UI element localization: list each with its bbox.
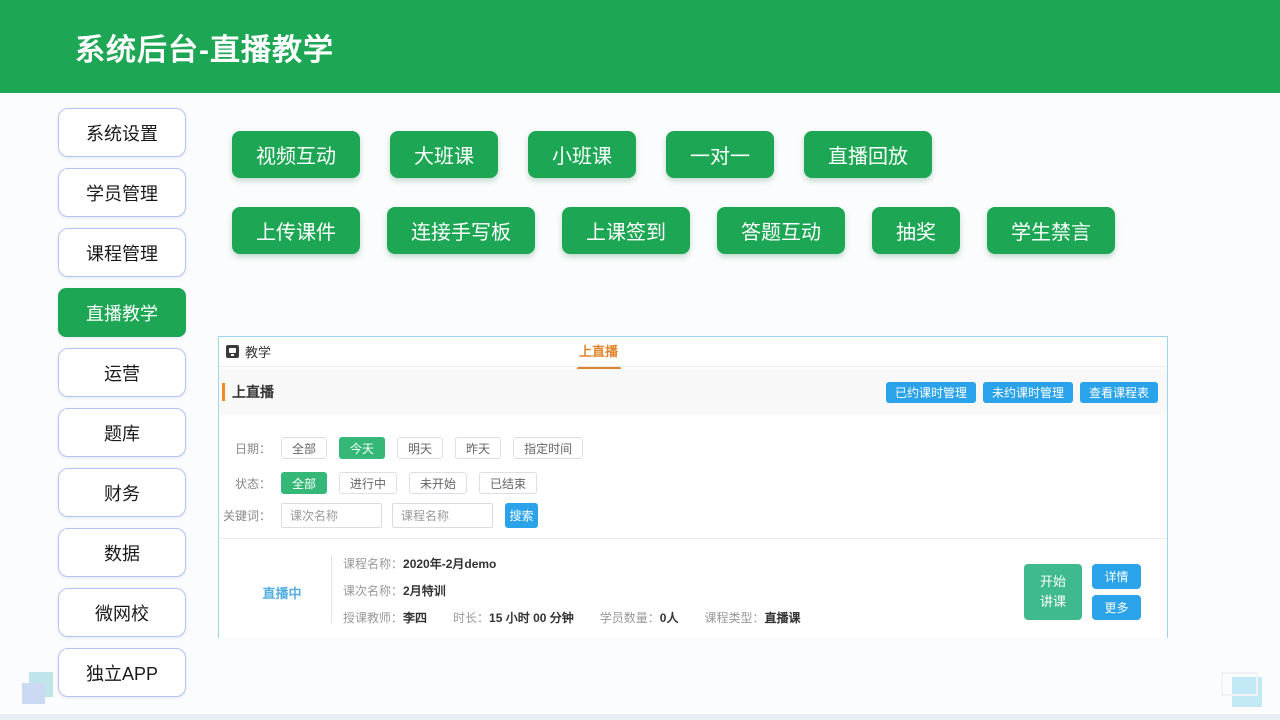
sidebar: 系统设置 学员管理 课程管理 直播教学 运营 题库 财务 数据 微网校 独立AP…	[58, 108, 186, 708]
course-actions: 开始讲课 详情 更多	[1024, 564, 1141, 620]
feature-video-interaction-button[interactable]: 视频互动	[232, 131, 360, 178]
feature-large-class-button[interactable]: 大班课	[390, 131, 498, 178]
decor-square-outline-right	[1221, 672, 1258, 696]
date-option-custom-time[interactable]: 指定时间	[513, 437, 583, 459]
status-filter-row: 状态： 全部 进行中 未开始 已结束	[219, 472, 549, 494]
session-name-value: 2月特训	[403, 582, 446, 599]
sidebar-item-micro-school[interactable]: 微网校	[58, 588, 186, 637]
sidebar-item-question-bank[interactable]: 题库	[58, 408, 186, 457]
status-option-in-progress[interactable]: 进行中	[339, 472, 397, 494]
view-timetable-button[interactable]: 查看课程表	[1080, 382, 1158, 403]
feature-buttons: 视频互动 大班课 小班课 一对一 直播回放 上传课件 连接手写板 上课签到 答题…	[232, 131, 1142, 283]
date-option-all[interactable]: 全部	[281, 437, 327, 459]
date-option-tomorrow[interactable]: 明天	[397, 437, 443, 459]
course-meta-line: 授课教师： 李四 时长： 15 小时 00 分钟 学员数量： 0人 课程类型： …	[343, 607, 826, 627]
date-filter-label: 日期：	[219, 440, 271, 457]
course-name-input[interactable]	[392, 503, 493, 528]
status-filter-label: 状态：	[219, 475, 271, 492]
section-title: 上直播	[222, 383, 274, 401]
course-name-label: 课程名称：	[343, 555, 403, 572]
feature-connect-tablet-button[interactable]: 连接手写板	[387, 207, 535, 254]
panel-tabbar: 教学 上直播	[219, 337, 1167, 367]
date-option-today[interactable]: 今天	[339, 437, 385, 459]
start-teaching-button[interactable]: 开始讲课	[1024, 564, 1082, 620]
status-option-all[interactable]: 全部	[281, 472, 327, 494]
course-type-label: 课程类型：	[704, 609, 764, 626]
status-filter-chips: 全部 进行中 未开始 已结束	[281, 472, 549, 494]
page-title: 系统后台-直播教学	[75, 25, 334, 69]
duration-value: 15 小时 00 分钟	[489, 609, 574, 626]
feature-row-1: 视频互动 大班课 小班课 一对一 直播回放	[232, 131, 1142, 178]
course-row-divider	[331, 555, 332, 623]
course-name-line: 课程名称： 2020年-2月demo	[343, 553, 826, 573]
course-name-value: 2020年-2月demo	[403, 555, 496, 572]
sidebar-item-course-management[interactable]: 课程管理	[58, 228, 186, 277]
sidebar-item-system-settings[interactable]: 系统设置	[58, 108, 186, 157]
feature-mute-students-button[interactable]: 学生禁言	[987, 207, 1115, 254]
module-label: 教学	[245, 342, 271, 361]
course-details: 课程名称： 2020年-2月demo 课次名称： 2月特训 授课教师： 李四 时…	[343, 553, 826, 627]
bottom-edge-strip	[0, 714, 1280, 720]
sidebar-item-standalone-app[interactable]: 独立APP	[58, 648, 186, 697]
session-name-input[interactable]	[281, 503, 382, 528]
student-count-label: 学员数量：	[600, 609, 660, 626]
search-button[interactable]: 搜索	[505, 503, 538, 528]
sidebar-item-student-management[interactable]: 学员管理	[58, 168, 186, 217]
feature-live-replay-button[interactable]: 直播回放	[804, 131, 932, 178]
teacher-value: 李四	[403, 609, 427, 626]
feature-quiz-interaction-button[interactable]: 答题互动	[717, 207, 845, 254]
feature-class-checkin-button[interactable]: 上课签到	[562, 207, 690, 254]
course-type-meta: 课程类型： 直播课	[704, 609, 800, 626]
keyword-filter-row: 关键词： 搜索	[219, 503, 538, 528]
duration-label: 时长：	[453, 609, 489, 626]
feature-upload-courseware-button[interactable]: 上传课件	[232, 207, 360, 254]
admin-panel: 教学 上直播 上直播 已约课时管理 未约课时管理 查看课程表 日期： 全部 今天…	[218, 336, 1168, 638]
date-filter-row: 日期： 全部 今天 明天 昨天 指定时间	[219, 437, 595, 459]
teacher-label: 授课教师：	[343, 609, 403, 626]
more-button[interactable]: 更多	[1092, 595, 1141, 620]
feature-one-on-one-button[interactable]: 一对一	[666, 131, 774, 178]
detail-button[interactable]: 详情	[1092, 564, 1141, 589]
tab-go-live[interactable]: 上直播	[579, 337, 618, 367]
live-status-badge: 直播中	[257, 583, 307, 602]
course-type-value: 直播课	[764, 609, 800, 626]
session-name-label: 课次名称：	[343, 582, 403, 599]
sidebar-item-operations[interactable]: 运营	[58, 348, 186, 397]
sidebar-item-data[interactable]: 数据	[58, 528, 186, 577]
unbooked-hours-management-button[interactable]: 未约课时管理	[983, 382, 1073, 403]
section-header-strip: 上直播 已约课时管理 未约课时管理 查看课程表	[219, 369, 1167, 415]
sidebar-item-live-teaching[interactable]: 直播教学	[58, 288, 186, 337]
teacher-meta: 授课教师： 李四	[343, 609, 427, 626]
session-name-line: 课次名称： 2月特训	[343, 580, 826, 600]
feature-lucky-draw-button[interactable]: 抽奖	[872, 207, 960, 254]
date-filter-chips: 全部 今天 明天 昨天 指定时间	[281, 437, 595, 459]
student-count-meta: 学员数量： 0人	[600, 609, 679, 626]
sidebar-item-finance[interactable]: 财务	[58, 468, 186, 517]
keyword-filter-label: 关键词：	[219, 507, 271, 524]
date-option-yesterday[interactable]: 昨天	[455, 437, 501, 459]
decor-square-lavender-left	[22, 683, 45, 704]
feature-small-class-button[interactable]: 小班课	[528, 131, 636, 178]
student-count-value: 0人	[660, 609, 679, 626]
page-banner: 系统后台-直播教学	[0, 0, 1280, 93]
status-option-ended[interactable]: 已结束	[479, 472, 537, 494]
booked-hours-management-button[interactable]: 已约课时管理	[886, 382, 976, 403]
teaching-module-icon	[226, 345, 239, 358]
duration-meta: 时长： 15 小时 00 分钟	[453, 609, 574, 626]
course-row: 直播中 课程名称： 2020年-2月demo 课次名称： 2月特训 授课教师： …	[219, 538, 1167, 638]
strip-actions: 已约课时管理 未约课时管理 查看课程表	[879, 382, 1158, 403]
status-option-not-started[interactable]: 未开始	[409, 472, 467, 494]
feature-row-2: 上传课件 连接手写板 上课签到 答题互动 抽奖 学生禁言	[232, 207, 1142, 254]
